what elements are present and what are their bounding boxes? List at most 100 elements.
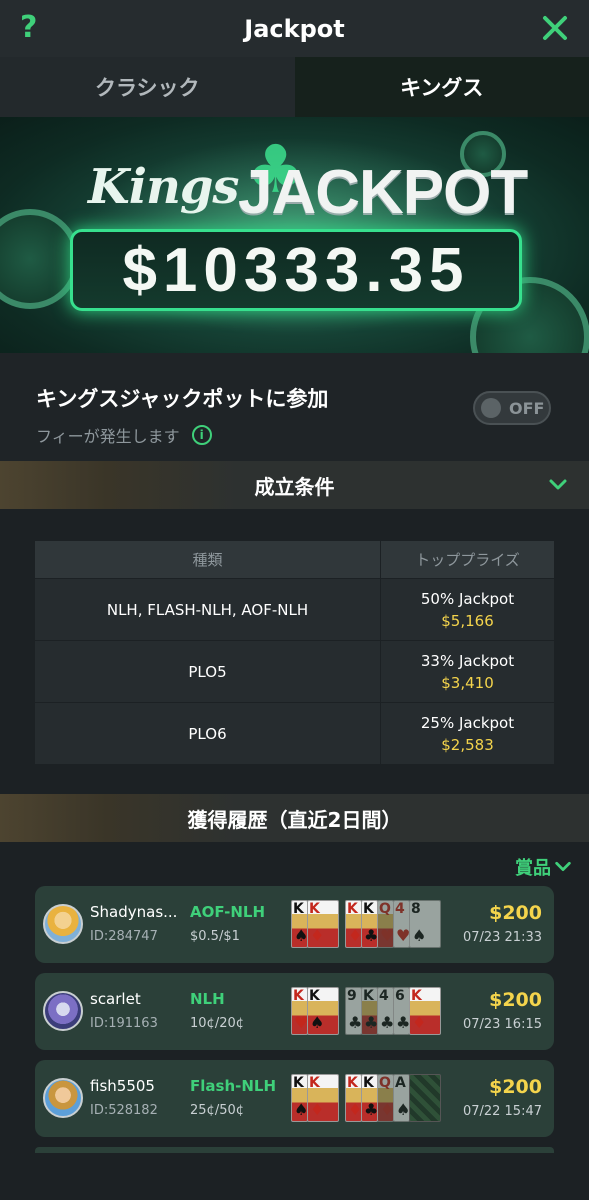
stakes: 25¢/50¢ <box>190 1103 245 1118</box>
stakes: 10¢/20¢ <box>190 1016 245 1031</box>
card-image: K ♥ <box>291 987 308 1035</box>
win-time: 07/23 21:33 <box>462 930 542 945</box>
toggle-knob <box>481 398 501 418</box>
player-name: Shadynas... <box>90 903 178 921</box>
info-icon[interactable]: i <box>191 425 212 445</box>
win-time: 07/23 16:15 <box>462 1017 542 1032</box>
row-type: PLO5 <box>188 662 227 681</box>
card-image: K ♠ <box>291 900 308 948</box>
jackpot-amount-box: $10333.35 <box>70 229 522 311</box>
avatar <box>43 991 83 1031</box>
optin-subtitle: フィーが発生します <box>36 427 180 446</box>
player-name: fish5505 <box>90 1077 155 1095</box>
card-image: 4 ♣ <box>377 987 394 1035</box>
card-image: 9 ♣ <box>345 987 362 1035</box>
conditions-section-header[interactable]: 成立条件 <box>0 461 589 509</box>
row-percent: 33% Jackpot <box>420 651 515 670</box>
row-type: NLH, FLASH-NLH, AOF-NLH <box>106 600 309 619</box>
history-item[interactable]: Shadynas... ID:284747 AOF-NLH $0.5/$1 K ♠… <box>35 886 554 963</box>
history-section-header: 獲得履歴（直近2日間） <box>0 794 589 842</box>
conditions-heading: 成立条件 <box>254 474 335 499</box>
board-cards: K ♦ K ♣ Q ♥ 4 ♥ 8 ♠ <box>345 900 441 948</box>
board-cards: K ♦ K ♣ Q ♦ A ♠ <box>345 1074 441 1122</box>
column-header-top-prize: トッププライズ <box>380 541 554 578</box>
row-percent: 50% Jackpot <box>420 589 515 608</box>
prize-filter-label: 賞品 <box>515 858 551 879</box>
avatar <box>43 904 83 944</box>
history-item-partial <box>35 1147 554 1153</box>
avatar <box>43 1078 83 1118</box>
row-prize-cell: 25% Jackpot $2,583 <box>380 703 554 764</box>
page-title: Jackpot <box>244 14 345 43</box>
prize-filter[interactable]: 賞品 <box>0 842 589 886</box>
prize-amount: $200 <box>489 989 542 1011</box>
help-icon[interactable]: ? <box>20 10 37 45</box>
card-image: 6 ♣ <box>393 987 410 1035</box>
history-heading: 獲得履歴（直近2日間） <box>187 807 402 832</box>
card-image: K ♦ <box>307 1074 339 1122</box>
table-row: NLH, FLASH-NLH, AOF-NLH 50% Jackpot $5,1… <box>35 578 554 640</box>
card-image: K ♦ <box>409 987 441 1035</box>
conditions-table: 種類 トッププライズ NLH, FLASH-NLH, AOF-NLH 50% J… <box>35 541 554 764</box>
hole-cards: K ♥ K ♠ <box>291 987 339 1035</box>
player-name: scarlet <box>90 990 141 1008</box>
hole-cards: K ♠ K ♦ <box>291 900 339 948</box>
stakes: $0.5/$1 <box>190 929 240 944</box>
row-prize-cell: 50% Jackpot $5,166 <box>380 579 554 640</box>
win-time: 07/22 15:47 <box>462 1104 542 1119</box>
kings-logo-text: Kings <box>88 159 239 215</box>
jackpot-optin: キングスジャックポットに参加 フィーが発生します i OFF <box>0 353 589 461</box>
jackpot-logo-text: JACKPOT <box>238 158 528 227</box>
card-image: A ♠ <box>393 1074 410 1122</box>
header-bar: ? Jackpot <box>0 0 589 57</box>
history-panel: 賞品 Shadynas... ID:284747 AOF-NLH $0.5/$1… <box>0 842 589 1153</box>
chip-left-image <box>0 209 80 309</box>
optin-toggle[interactable]: OFF <box>473 391 551 425</box>
tab-classic[interactable]: クラシック <box>0 57 295 117</box>
chevron-down-icon <box>555 861 571 871</box>
row-percent: 25% Jackpot <box>420 713 515 732</box>
card-image: K ♣ <box>361 987 378 1035</box>
card-image: K ♦ <box>345 1074 362 1122</box>
jackpot-banner: ♣ Kings JACKPOT $10333.35 <box>0 117 589 353</box>
table-header: 種類 トッププライズ <box>35 541 554 578</box>
history-item[interactable]: fish5505 ID:528182 Flash-NLH 25¢/50¢ K ♠ … <box>35 1060 554 1137</box>
conditions-panel: 種類 トッププライズ NLH, FLASH-NLH, AOF-NLH 50% J… <box>0 509 589 794</box>
card-image: K ♠ <box>307 987 339 1035</box>
card-image: K ♦ <box>307 900 339 948</box>
player-id: ID:191163 <box>90 1016 158 1031</box>
row-prize: $5,166 <box>441 611 494 630</box>
jackpot-amount: $10333.35 <box>122 235 470 305</box>
card-image: K ♣ <box>361 900 378 948</box>
table-row: PLO6 25% Jackpot $2,583 <box>35 702 554 764</box>
history-item[interactable]: scarlet ID:191163 NLH 10¢/20¢ K ♥ K ♠ 9 ♣ K… <box>35 973 554 1050</box>
card-image: Q ♥ <box>377 900 394 948</box>
card-image: K ♦ <box>345 900 362 948</box>
row-prize: $3,410 <box>441 673 494 692</box>
row-prize-cell: 33% Jackpot $3,410 <box>380 641 554 702</box>
player-id: ID:284747 <box>90 929 158 944</box>
toggle-label: OFF <box>509 398 545 418</box>
card-image: K ♣ <box>361 1074 378 1122</box>
prize-amount: $200 <box>489 1076 542 1098</box>
player-id: ID:528182 <box>90 1103 158 1118</box>
close-icon[interactable] <box>539 12 571 44</box>
card-back-image <box>409 1074 441 1122</box>
card-image: Q ♦ <box>377 1074 394 1122</box>
tab-kings[interactable]: キングス <box>294 57 589 117</box>
hole-cards: K ♠ K ♦ <box>291 1074 339 1122</box>
game-type: Flash-NLH <box>190 1077 277 1095</box>
prize-amount: $200 <box>489 902 542 924</box>
card-image: K ♠ <box>291 1074 308 1122</box>
row-type: PLO6 <box>188 724 227 743</box>
game-type: NLH <box>190 990 225 1008</box>
tab-bar: クラシック キングス <box>0 57 589 117</box>
card-image: 8 ♠ <box>409 900 441 948</box>
column-header-type: 種類 <box>192 551 223 569</box>
optin-subtitle-row: フィーが発生します i <box>36 423 553 447</box>
board-cards: 9 ♣ K ♣ 4 ♣ 6 ♣ K ♦ <box>345 987 441 1035</box>
table-row: PLO5 33% Jackpot $3,410 <box>35 640 554 702</box>
card-image: 4 ♥ <box>393 900 410 948</box>
row-prize: $2,583 <box>441 735 494 754</box>
chevron-down-icon <box>549 479 567 490</box>
